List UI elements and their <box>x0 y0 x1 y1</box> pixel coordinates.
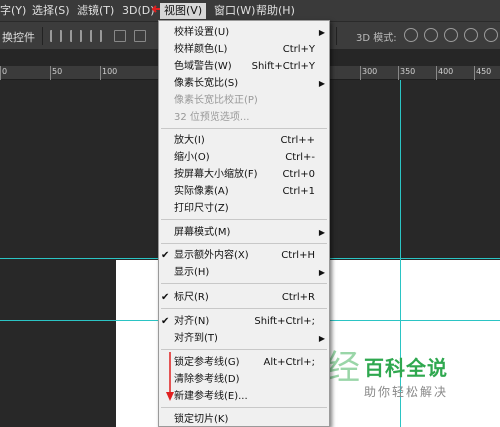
align-left-icon[interactable] <box>114 30 126 42</box>
checkmark-icon: ✔ <box>161 316 170 327</box>
menu-item-show-extras[interactable]: ✔ 显示额外内容(X) Ctrl+H <box>159 247 329 264</box>
align-bottom-icon[interactable] <box>90 30 102 42</box>
ruler-label: 400 <box>438 67 454 76</box>
menu-bar: 字(Y) 选择(S) 滤镜(T) 3D(D) 视图(V) 窗口(W) 帮助(H) <box>0 0 500 22</box>
menu-item-pixel-aspect-ratio[interactable]: 像素长宽比(S) ▶ <box>159 75 329 92</box>
menu-window[interactable]: 窗口(W) <box>214 3 255 19</box>
menu-item-zoom-in[interactable]: 放大(I) Ctrl++ <box>159 132 329 149</box>
menu-help[interactable]: 帮助(H) <box>256 3 295 19</box>
menu-item-actual-pixels[interactable]: 实际像素(A) Ctrl+1 <box>159 183 329 200</box>
ruler-label: 450 <box>476 67 492 76</box>
submenu-arrow-icon: ▶ <box>318 228 325 237</box>
ruler-tick <box>398 66 399 80</box>
menu-item-snap[interactable]: ✔ 对齐(N) Shift+Ctrl+; <box>159 313 329 330</box>
ruler-label: 50 <box>52 67 63 76</box>
menu-view[interactable]: 视图(V) <box>160 3 207 19</box>
ruler-label: 100 <box>102 67 118 76</box>
menu-item-lock-guides[interactable]: 锁定参考线(G) Alt+Ctrl+; <box>159 354 329 371</box>
checkmark-icon: ✔ <box>161 292 170 303</box>
ruler-tick <box>100 66 101 80</box>
menu-separator <box>161 219 327 220</box>
submenu-arrow-icon: ▶ <box>318 268 325 277</box>
menu-item-clear-guides[interactable]: 清除参考线(D) <box>159 371 329 388</box>
menu-item-screen-mode[interactable]: 屏幕模式(M) ▶ <box>159 224 329 241</box>
3d-scale-icon[interactable] <box>484 28 498 42</box>
menu-separator <box>161 243 327 244</box>
3d-rotate-icon[interactable] <box>404 28 418 42</box>
menu-item-fit-on-screen[interactable]: 按屏幕大小缩放(F) Ctrl+0 <box>159 166 329 183</box>
ruler-label: 300 <box>362 67 378 76</box>
menu-type[interactable]: 字(Y) <box>0 3 26 19</box>
menu-separator <box>161 128 327 129</box>
ruler-label: 350 <box>400 67 416 76</box>
options-divider <box>336 27 337 45</box>
menu-select[interactable]: 选择(S) <box>32 3 70 19</box>
menu-filter[interactable]: 滤镜(T) <box>77 3 114 19</box>
submenu-arrow-icon: ▶ <box>318 334 325 343</box>
transform-controls-label: 换控件 <box>2 31 35 44</box>
ruler-tick <box>50 66 51 80</box>
menu-item-new-guide[interactable]: 新建参考线(E)... <box>159 388 329 405</box>
align-top-icon[interactable] <box>50 30 62 42</box>
ruler-tick <box>360 66 361 80</box>
menu-item-show[interactable]: 显示(H) ▶ <box>159 264 329 281</box>
watermark-subtitle: 助你轻松解决 <box>364 385 449 399</box>
menu-separator <box>161 283 327 284</box>
submenu-arrow-icon: ▶ <box>318 79 325 88</box>
watermark: 百科全说 助你轻松解决 <box>364 352 464 402</box>
3d-mode-label: 3D 模式: <box>356 33 397 44</box>
menu-item-proof-colors[interactable]: 校样颜色(L) Ctrl+Y <box>159 41 329 58</box>
ruler-label: 0 <box>2 67 8 76</box>
ruler-tick <box>0 66 1 80</box>
ruler-tick <box>474 66 475 80</box>
view-menu-dropdown: 校样设置(U) ▶ 校样颜色(L) Ctrl+Y 色域警告(W) Shift+C… <box>158 20 330 427</box>
menu-item-32bit-preview: 32 位预览选项... <box>174 112 250 123</box>
3d-slide-icon[interactable] <box>464 28 478 42</box>
menu-separator <box>161 407 327 408</box>
canvas-text-fragment: 经 <box>326 348 360 388</box>
menu-item-gamut-warning[interactable]: 色域警告(W) Shift+Ctrl+Y <box>159 58 329 75</box>
menu-item-rulers[interactable]: ✔ 标尺(R) Ctrl+R <box>159 289 329 306</box>
menu-item-print-size[interactable]: 打印尺寸(Z) <box>159 200 329 217</box>
menu-separator <box>161 308 327 309</box>
menu-item-pixel-aspect-correction: 像素长宽比校正(P) <box>174 95 258 106</box>
options-divider <box>42 27 43 45</box>
menu-item-zoom-out[interactable]: 缩小(O) Ctrl+- <box>159 149 329 166</box>
menu-item-lock-slices[interactable]: 锁定切片(K) <box>159 411 329 427</box>
menu-item-snap-to[interactable]: 对齐到(T) ▶ <box>159 330 329 347</box>
annotation-arrow-icon <box>166 352 174 401</box>
3d-pan-icon[interactable] <box>444 28 458 42</box>
3d-roll-icon[interactable] <box>424 28 438 42</box>
menu-separator <box>161 349 327 350</box>
menu-item-proof-setup[interactable]: 校样设置(U) ▶ <box>159 24 329 41</box>
checkmark-icon: ✔ <box>161 250 170 261</box>
ruler-tick <box>436 66 437 80</box>
submenu-arrow-icon: ▶ <box>318 28 325 37</box>
align-middle-icon[interactable] <box>70 30 82 42</box>
watermark-title: 百科全说 <box>364 356 448 380</box>
align-center-icon[interactable] <box>134 30 146 42</box>
